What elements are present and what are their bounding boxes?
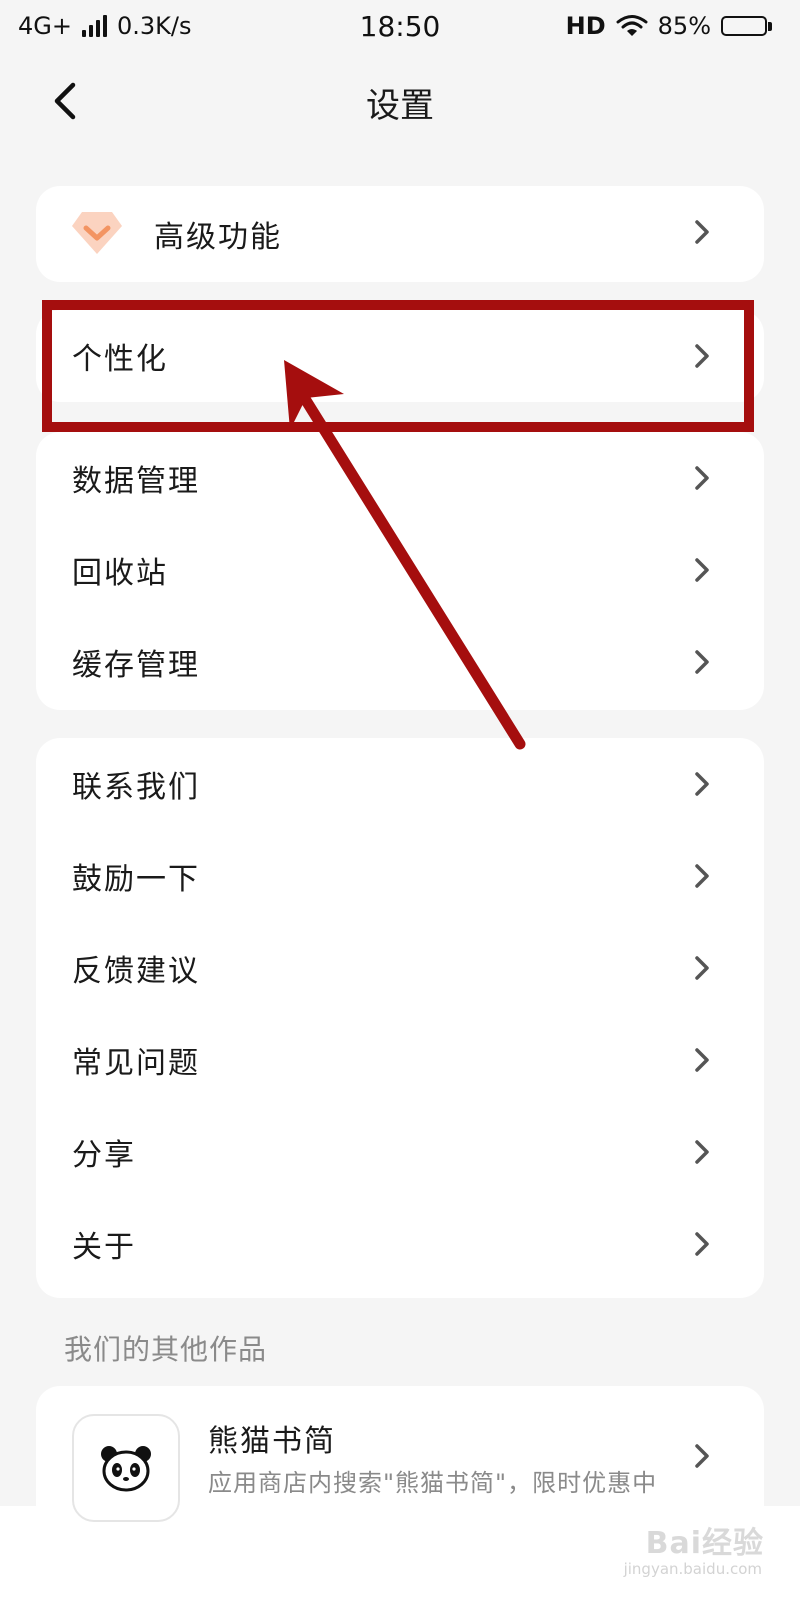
data-group-card: 数据管理 回收站 缓存管理 bbox=[36, 432, 764, 710]
contact-us-label: 联系我们 bbox=[72, 770, 200, 805]
data-management-label: 数据管理 bbox=[72, 464, 200, 499]
hd-indicator: HD bbox=[565, 12, 606, 40]
watermark-brand: Bai经验 bbox=[645, 1526, 764, 1561]
chevron-right-icon bbox=[695, 558, 709, 582]
contact-us-row[interactable]: 联系我们 bbox=[36, 738, 764, 830]
about-row[interactable]: 关于 bbox=[36, 1198, 764, 1290]
battery-percent: 85% bbox=[657, 12, 711, 40]
personalize-card: 个性化 bbox=[36, 310, 764, 402]
other-works-title: 我们的其他作品 bbox=[64, 1333, 268, 1366]
recycle-bin-row[interactable]: 回收站 bbox=[36, 524, 764, 616]
wifi-icon bbox=[616, 15, 648, 36]
personalize-row[interactable]: 个性化 bbox=[36, 310, 764, 402]
watermark: Bai经验 jingyan.baidu.com bbox=[604, 1516, 764, 1586]
encourage-label: 鼓励一下 bbox=[72, 862, 200, 897]
premium-card: 高级功能 bbox=[36, 186, 764, 282]
chevron-right-icon bbox=[695, 1048, 709, 1072]
cache-management-label: 缓存管理 bbox=[72, 648, 200, 683]
chevron-right-icon bbox=[695, 466, 709, 490]
status-right: HD 85% bbox=[566, 12, 772, 40]
diamond-icon bbox=[72, 212, 122, 254]
app-name: 熊猫书简 bbox=[208, 1424, 336, 1459]
app-description: 应用商店内搜索"熊猫书简"，限时优惠中 bbox=[208, 1469, 658, 1497]
chevron-right-icon bbox=[695, 864, 709, 888]
share-row[interactable]: 分享 bbox=[36, 1106, 764, 1198]
chevron-right-icon bbox=[695, 344, 709, 368]
page-title: 设置 bbox=[366, 86, 434, 126]
chevron-right-icon bbox=[695, 1140, 709, 1164]
feedback-row[interactable]: 反馈建议 bbox=[36, 922, 764, 1014]
panda-icon bbox=[101, 1446, 151, 1492]
battery-icon bbox=[721, 16, 772, 36]
app-icon-frame bbox=[72, 1414, 180, 1522]
premium-label: 高级功能 bbox=[154, 220, 282, 255]
chevron-right-icon bbox=[695, 650, 709, 674]
personalize-label: 个性化 bbox=[72, 342, 168, 377]
chevron-right-icon bbox=[695, 1444, 709, 1468]
premium-row[interactable]: 高级功能 bbox=[36, 186, 764, 282]
recycle-bin-label: 回收站 bbox=[72, 556, 168, 591]
data-management-row[interactable]: 数据管理 bbox=[36, 432, 764, 524]
chevron-right-icon bbox=[695, 220, 709, 244]
faq-row[interactable]: 常见问题 bbox=[36, 1014, 764, 1106]
support-group-card: 联系我们 鼓励一下 反馈建议 常见问题 分享 关于 bbox=[36, 738, 764, 1298]
chevron-right-icon bbox=[695, 772, 709, 796]
chevron-right-icon bbox=[695, 1232, 709, 1256]
watermark-url: jingyan.baidu.com bbox=[623, 1560, 762, 1578]
share-label: 分享 bbox=[72, 1138, 136, 1173]
nav-bar: 设置 bbox=[0, 60, 800, 144]
cache-management-row[interactable]: 缓存管理 bbox=[36, 616, 764, 708]
about-label: 关于 bbox=[72, 1230, 136, 1265]
encourage-row[interactable]: 鼓励一下 bbox=[36, 830, 764, 922]
faq-label: 常见问题 bbox=[72, 1046, 200, 1081]
status-bar: 4G+ 0.3K/s 18:50 HD 85% bbox=[0, 0, 800, 56]
feedback-label: 反馈建议 bbox=[72, 954, 200, 989]
chevron-right-icon bbox=[695, 956, 709, 980]
